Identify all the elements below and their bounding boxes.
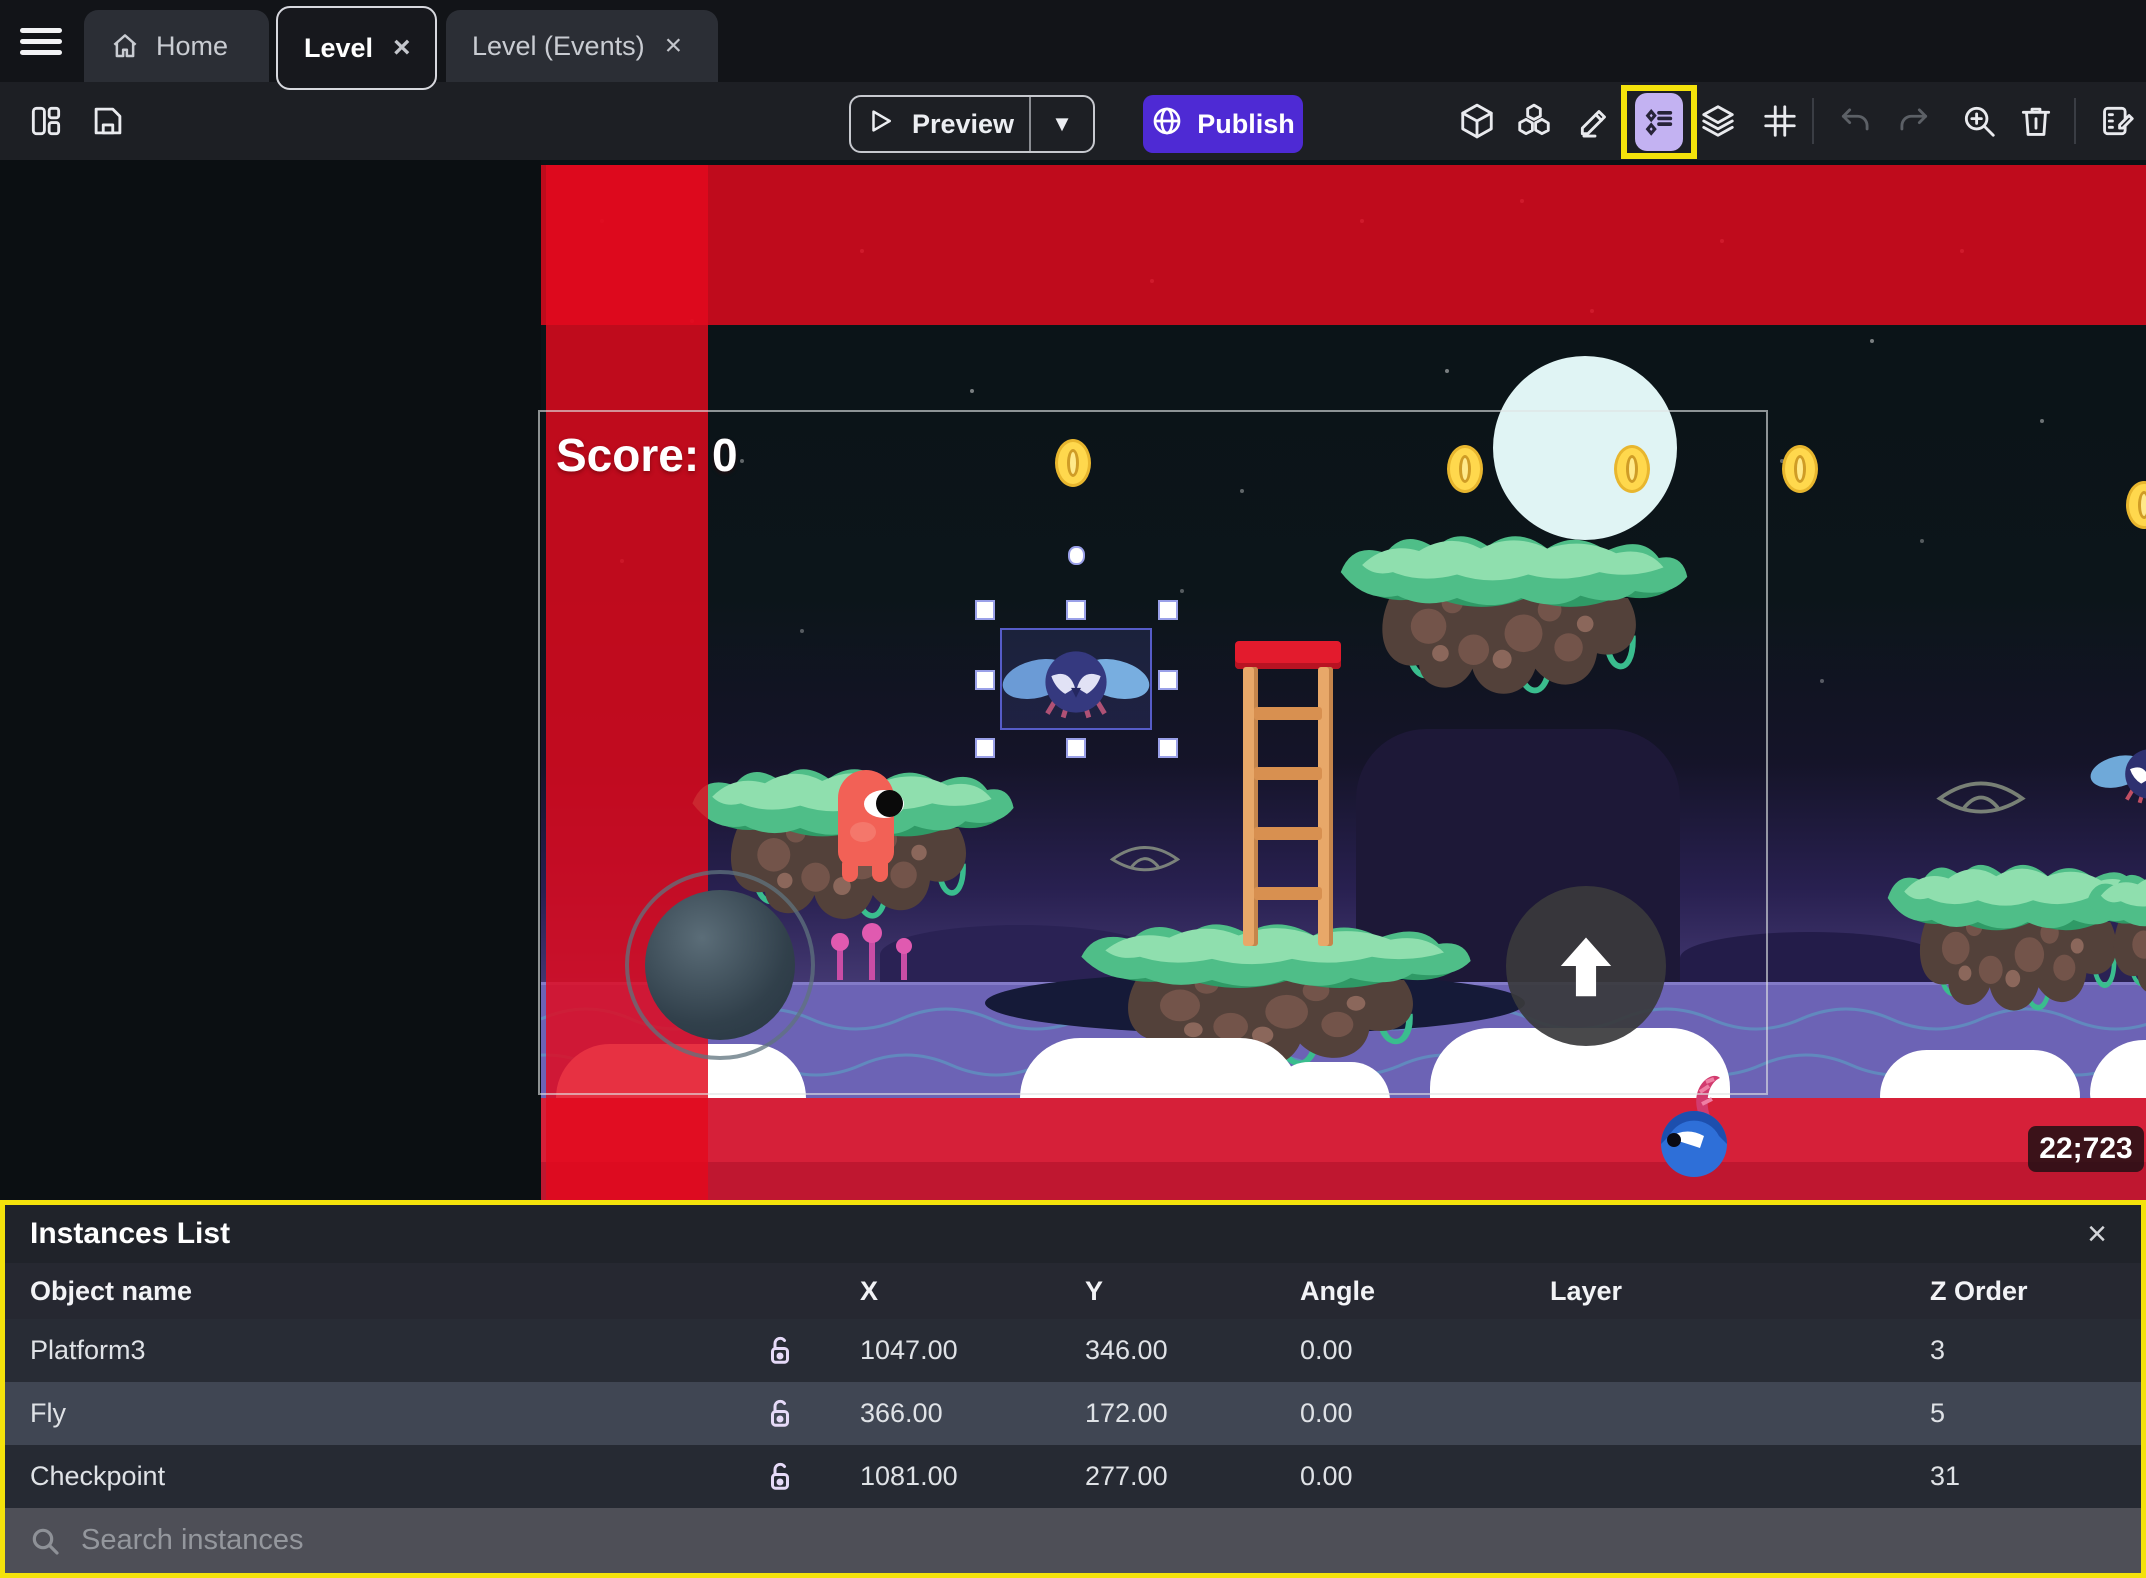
preview-dropdown-button[interactable]: ▼ (1029, 97, 1093, 151)
tab-bar: Home Level × Level (Events) × (0, 0, 2146, 90)
coin-sprite[interactable] (1782, 445, 1818, 493)
column-header[interactable]: Z Order (1890, 1276, 2141, 1307)
instance-zorder: 5 (1930, 1398, 1946, 1428)
delete-icon[interactable] (2008, 82, 2064, 160)
tab-label: Level (Events) (472, 30, 645, 61)
red-zone-band (541, 165, 2146, 325)
close-tab-icon[interactable]: × (661, 29, 687, 63)
globe-icon (1151, 105, 1183, 144)
instance-name: Fly (30, 1398, 66, 1428)
joystick-knob[interactable] (645, 890, 795, 1040)
lock-icon[interactable] (740, 1396, 820, 1432)
publish-label: Publish (1197, 108, 1295, 139)
grid-icon[interactable] (1752, 82, 1808, 160)
instance-angle: 0.00 (1300, 1335, 1353, 1365)
save-icon[interactable] (80, 82, 136, 160)
column-header[interactable]: Angle (1260, 1276, 1510, 1307)
instance-zorder: 3 (1930, 1335, 1946, 1365)
preview-button[interactable]: Preview ▼ (849, 95, 1095, 153)
instance-name: Checkpoint (30, 1461, 166, 1491)
instance-x: 1047.00 (860, 1335, 958, 1365)
instance-angle: 0.00 (1300, 1461, 1353, 1491)
search-icon (32, 1528, 59, 1555)
zoom-in-icon[interactable] (1951, 82, 2007, 160)
layers-icon[interactable] (1690, 82, 1746, 160)
platform-sprite[interactable] (2084, 858, 2146, 1018)
table-row[interactable]: Fly 366.00 172.00 0.00 5 (5, 1382, 2141, 1445)
score-text: Score: 0 (556, 429, 738, 481)
table-row[interactable]: Checkpoint 1081.00 277.00 0.00 31 (5, 1445, 2141, 1508)
jump-button[interactable] (1506, 886, 1666, 1046)
tab-level-events[interactable]: Level (Events) × (446, 10, 718, 82)
ground-band-dark (541, 1162, 2146, 1200)
instances-list-panel: Instances List × Object name X Y Angle L… (0, 1200, 2146, 1578)
chevron-down-icon: ▼ (1051, 111, 1073, 136)
tab-level[interactable]: Level × (276, 6, 437, 90)
table-row[interactable]: Platform3 1047.00 346.00 0.00 3 (5, 1319, 2141, 1382)
publish-button[interactable]: Publish (1143, 95, 1303, 153)
instances-list-tool-highlight (1621, 85, 1697, 159)
edit-scene-icon[interactable] (2090, 82, 2146, 160)
lock-icon[interactable] (740, 1333, 820, 1369)
instances-list-icon[interactable] (1635, 93, 1683, 151)
eye-decoration (1934, 772, 2028, 824)
tab-label: Level (304, 32, 374, 63)
close-tab-icon[interactable]: × (389, 31, 415, 65)
undo-icon[interactable] (1828, 82, 1884, 160)
table-header-row: Object name X Y Angle Layer Z Order (5, 1263, 2141, 1319)
stars-decoration (541, 160, 543, 162)
redo-icon[interactable] (1885, 82, 1941, 160)
fly-enemy-partial[interactable] (2090, 742, 2146, 806)
play-icon (866, 106, 896, 143)
tab-label: Home (156, 30, 229, 61)
instance-y: 277.00 (1085, 1461, 1168, 1491)
objects-icon[interactable] (1449, 82, 1505, 160)
instance-x: 1081.00 (860, 1461, 958, 1491)
edit-properties-icon[interactable] (1567, 82, 1623, 160)
toolbar-divider (1812, 98, 1814, 144)
cursor-coordinates-badge: 22;723 (2028, 1126, 2144, 1172)
instance-y: 346.00 (1085, 1335, 1168, 1365)
arrow-up-icon (1560, 937, 1612, 997)
column-header[interactable]: X (820, 1276, 1045, 1307)
column-header[interactable]: Layer (1510, 1276, 1890, 1307)
home-icon (110, 31, 140, 61)
object-groups-icon[interactable] (1506, 82, 1562, 160)
column-header[interactable]: Object name (30, 1276, 740, 1307)
preview-label: Preview (911, 108, 1015, 139)
instance-zorder: 31 (1930, 1461, 1961, 1491)
close-panel-icon[interactable]: × (2087, 1217, 2107, 1251)
instance-name: Platform3 (30, 1335, 146, 1365)
tab-home[interactable]: Home (84, 10, 269, 82)
instance-y: 172.00 (1085, 1398, 1168, 1428)
panel-title: Instances List (30, 1217, 231, 1250)
instance-angle: 0.00 (1300, 1398, 1353, 1428)
search-input[interactable] (81, 1524, 2117, 1557)
main-toolbar: Preview ▼ Publish (0, 82, 2146, 160)
hamburger-menu-icon[interactable] (20, 22, 62, 58)
lock-icon[interactable] (740, 1459, 820, 1495)
column-header[interactable]: Y (1045, 1276, 1260, 1307)
layout-icon[interactable] (18, 82, 74, 160)
instance-x: 366.00 (860, 1398, 943, 1428)
scene-editor-canvas[interactable]: Score: 0 22;723 (0, 160, 2146, 1200)
search-bar[interactable] (5, 1508, 2141, 1573)
toolbar-divider (2074, 98, 2076, 144)
